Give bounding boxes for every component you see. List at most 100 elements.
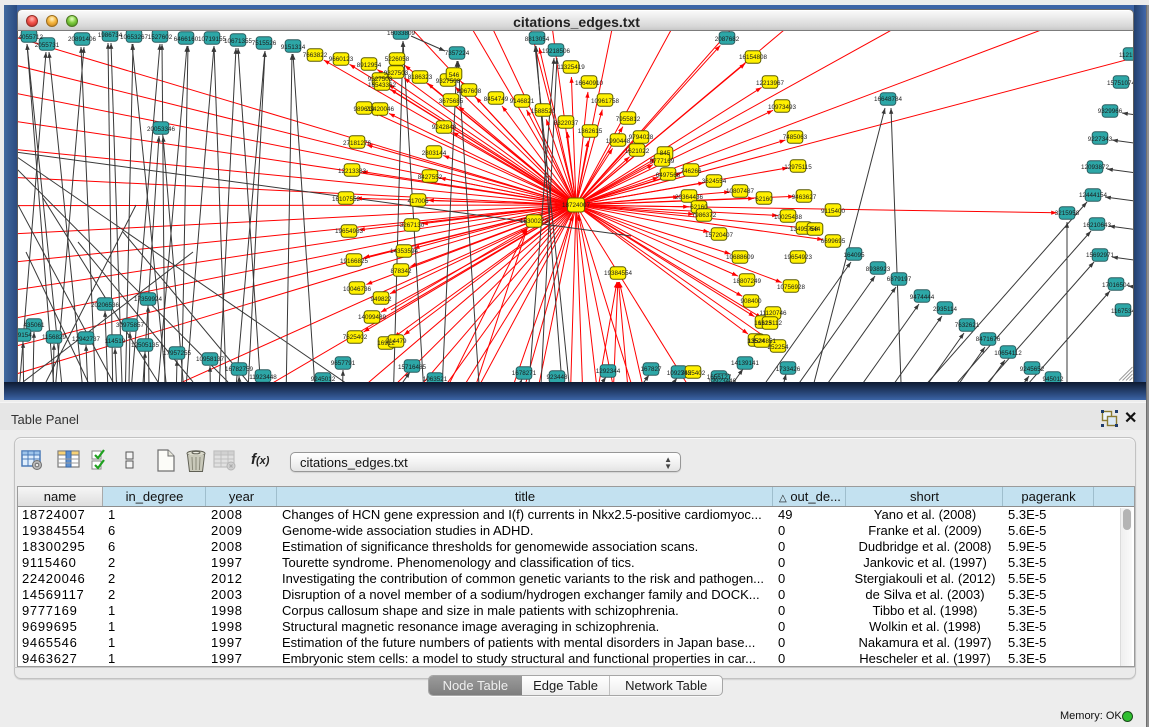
svg-text:9242848: 9242848	[432, 124, 457, 131]
svg-text:12923446: 12923446	[708, 378, 737, 382]
svg-text:164095: 164095	[843, 252, 865, 259]
svg-text:2087682: 2087682	[715, 36, 740, 43]
svg-text:12505135: 12505135	[131, 342, 160, 349]
svg-text:417006: 417006	[407, 198, 429, 205]
svg-text:2935114: 2935114	[933, 306, 958, 313]
svg-text:10807487: 10807487	[726, 188, 755, 195]
svg-text:16033809: 16033809	[387, 31, 416, 37]
svg-text:1063521: 1063521	[423, 376, 448, 382]
svg-text:1733426: 1733426	[776, 366, 801, 373]
svg-text:15300273: 15300273	[520, 218, 549, 225]
svg-text:17016504: 17016504	[1102, 282, 1131, 289]
svg-text:10719155: 10719155	[198, 36, 227, 43]
svg-text:9115400: 9115400	[821, 208, 846, 215]
svg-text:1678271: 1678271	[512, 370, 537, 377]
svg-text:7357224: 7357224	[445, 50, 470, 57]
svg-text:9245652: 9245652	[1020, 366, 1045, 373]
svg-text:10688609: 10688609	[726, 254, 755, 261]
svg-text:19654983: 19654983	[335, 228, 364, 235]
svg-text:19654923: 19654923	[784, 254, 813, 261]
svg-text:10756928: 10756928	[777, 284, 806, 291]
svg-text:16210643: 16210643	[1083, 222, 1112, 229]
svg-text:644: 644	[810, 226, 821, 233]
svg-text:9777169: 9777169	[650, 158, 675, 165]
svg-text:167827: 167827	[640, 366, 662, 373]
svg-text:2803144: 2803144	[422, 150, 447, 157]
svg-text:7955812: 7955812	[616, 116, 641, 123]
svg-text:214479: 214479	[385, 338, 407, 345]
svg-text:10046736: 10046736	[343, 286, 372, 293]
svg-text:16640910: 16640910	[575, 80, 604, 87]
svg-text:10654112: 10654112	[994, 350, 1022, 357]
svg-text:20891406: 20891406	[68, 36, 97, 43]
svg-text:8471676: 8471676	[976, 336, 1001, 343]
svg-text:12213383: 12213383	[338, 168, 367, 175]
svg-text:12093872: 12093872	[1081, 164, 1110, 171]
svg-text:62160: 62160	[755, 196, 773, 203]
svg-text:1167534: 1167534	[1111, 308, 1134, 315]
svg-text:6466160: 6466160	[174, 36, 199, 43]
svg-text:2967608: 2967608	[457, 88, 482, 95]
svg-text:1362615: 1362615	[578, 128, 603, 135]
svg-text:20053346: 20053346	[147, 126, 176, 133]
svg-text:18807249: 18807249	[733, 278, 762, 285]
svg-text:8427552: 8427552	[418, 174, 443, 181]
svg-text:1121506: 1121506	[1119, 52, 1134, 59]
svg-text:7632621: 7632621	[955, 322, 980, 329]
svg-text:1156829: 1156829	[42, 334, 67, 341]
svg-text:7625402: 7625402	[681, 370, 706, 377]
svg-text:30975857: 30975857	[116, 322, 145, 329]
svg-text:3675685: 3675685	[439, 98, 464, 105]
svg-text:2055731: 2055731	[35, 42, 60, 49]
svg-text:845: 845	[660, 150, 671, 157]
svg-text:9151314: 9151314	[281, 44, 306, 51]
svg-text:23420046: 23420046	[366, 106, 395, 113]
svg-text:252254: 252254	[767, 344, 789, 351]
svg-text:3215958: 3215958	[1055, 210, 1080, 217]
svg-text:19166825: 19166825	[340, 258, 369, 265]
svg-text:16782759: 16782759	[225, 366, 254, 373]
svg-text:9329966: 9329966	[1098, 108, 1123, 115]
svg-text:1527602: 1527602	[148, 34, 173, 41]
svg-text:1588520: 1588520	[531, 108, 556, 115]
svg-text:435061: 435061	[23, 322, 45, 329]
svg-text:11923448: 11923448	[249, 374, 277, 381]
svg-text:15751074: 15751074	[1107, 80, 1134, 87]
svg-text:8454749: 8454749	[484, 96, 509, 103]
svg-text:11120746: 11120746	[759, 310, 787, 317]
svg-text:62160: 62160	[690, 204, 708, 211]
svg-text:14055712: 14055712	[18, 34, 43, 41]
svg-text:10973493: 10973493	[768, 104, 797, 111]
svg-text:16543362: 16543362	[368, 82, 397, 89]
svg-text:12213967: 12213967	[756, 80, 785, 87]
svg-text:945012: 945012	[1042, 376, 1064, 382]
svg-text:16648784: 16648784	[874, 96, 903, 103]
svg-text:7515526: 7515526	[252, 40, 277, 47]
svg-text:9463627: 9463627	[792, 194, 817, 201]
svg-text:10671355: 10671355	[224, 38, 253, 45]
svg-text:16154808: 16154808	[739, 54, 768, 61]
svg-text:10961758: 10961758	[591, 98, 620, 105]
svg-text:546: 546	[449, 72, 460, 79]
svg-text:3267130: 3267130	[400, 222, 425, 229]
svg-text:39154: 39154	[18, 332, 32, 339]
svg-text:7986372: 7986372	[692, 212, 717, 219]
svg-text:27181276: 27181276	[343, 140, 372, 147]
svg-text:5226058: 5226058	[385, 56, 410, 63]
svg-text:923448: 923448	[546, 374, 568, 381]
svg-text:20206536: 20206536	[91, 302, 120, 309]
svg-text:8912954: 8912954	[357, 62, 382, 69]
svg-text:6879197: 6879197	[887, 276, 912, 283]
svg-text:9146821: 9146821	[510, 98, 535, 105]
svg-text:1615112: 1615112	[758, 320, 783, 327]
svg-text:18724007: 18724007	[562, 202, 591, 209]
svg-text:7663822: 7663822	[303, 52, 328, 59]
svg-text:1621022: 1621022	[625, 148, 650, 155]
svg-text:9657791: 9657791	[331, 360, 356, 367]
svg-text:6497568: 6497568	[656, 172, 681, 179]
svg-text:8813054: 8813054	[525, 36, 550, 43]
svg-text:949822: 949822	[370, 296, 392, 303]
svg-text:12444154: 12444154	[1079, 192, 1108, 199]
svg-text:15716485: 15716485	[398, 364, 427, 371]
svg-text:16107552: 16107552	[332, 196, 361, 203]
